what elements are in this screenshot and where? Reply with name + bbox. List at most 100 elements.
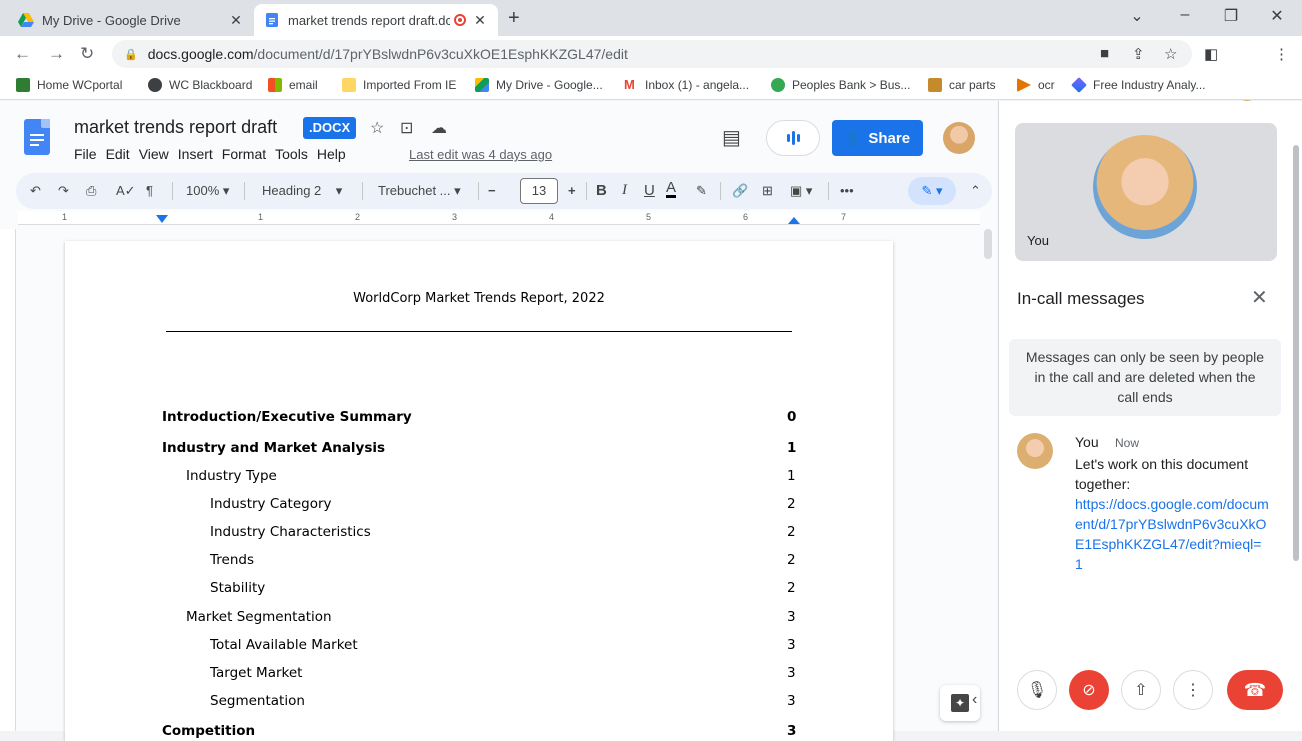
toc-entry[interactable]: Industry Characteristics [210, 524, 371, 540]
toc-entry[interactable]: Target Market [210, 665, 302, 681]
account-avatar[interactable] [943, 122, 975, 154]
left-indent-marker[interactable] [156, 215, 168, 223]
toc-page-number: 2 [787, 552, 796, 568]
microphone-button[interactable]: 🎙 [1017, 670, 1057, 710]
close-icon[interactable]: ✕ [472, 12, 488, 29]
toc-entry[interactable]: Stability [210, 580, 265, 596]
camera-off-icon: ⊘ [1082, 682, 1096, 699]
style-select[interactable]: Heading 2 ▾ [262, 183, 342, 199]
document-heading: WorldCorp Market Trends Report, 2022 [353, 291, 605, 306]
address-bar[interactable]: 🔒 docs.google.com/document/d/17prYBslwdn… [112, 40, 1192, 68]
menu-help[interactable]: Help [317, 146, 346, 162]
document-scrollbar[interactable] [984, 229, 992, 259]
tab-market-trends-doc[interactable]: market trends report draft.dc ✕ [254, 4, 498, 36]
minimize-button[interactable]: – [1170, 6, 1200, 24]
close-icon[interactable]: ✕ [228, 12, 244, 29]
italic-icon[interactable]: I [622, 182, 627, 199]
bookmark-item[interactable]: Home WCportal [16, 78, 122, 92]
bookmark-item[interactable]: WC Blackboard [148, 78, 252, 92]
print-icon[interactable]: ⎙ [86, 183, 96, 199]
ruler-number: 1 [258, 212, 264, 222]
bookmark-item[interactable]: M Inbox (1) - angela... [624, 78, 749, 92]
docs-home-icon[interactable] [24, 119, 50, 155]
highlight-icon[interactable]: ✎ [696, 183, 707, 199]
side-panel-icon[interactable]: ◧ [1204, 45, 1218, 63]
browser-menu-icon[interactable]: ⋮ [1274, 45, 1289, 63]
bookmark-item[interactable]: car parts [928, 78, 996, 92]
toc-entry[interactable]: Competition [162, 723, 255, 739]
bookmark-item[interactable]: My Drive - Google... [475, 78, 603, 92]
tab-google-drive[interactable]: My Drive - Google Drive ✕ [8, 4, 254, 36]
close-icon[interactable]: ✕ [1251, 285, 1268, 310]
document-title[interactable]: market trends report draft [74, 117, 277, 138]
more-options-button[interactable]: ⋮ [1173, 670, 1213, 710]
more-options-icon[interactable]: ••• [840, 183, 854, 198]
forward-icon[interactable]: → [48, 44, 65, 64]
spellcheck-icon[interactable]: A✓ [116, 183, 136, 199]
panel-scrollbar[interactable] [1293, 145, 1299, 561]
toc-entry[interactable]: Total Available Market [210, 637, 358, 653]
text-color-icon[interactable]: A [666, 180, 677, 198]
bookmark-star-icon[interactable]: ☆ [1164, 45, 1177, 63]
share-page-icon[interactable]: ⇪ [1132, 45, 1145, 63]
microsoft-icon [268, 78, 282, 92]
menu-tools[interactable]: Tools [275, 146, 308, 162]
bookmark-item[interactable]: Peoples Bank > Bus... [771, 78, 910, 92]
end-call-button[interactable]: ☎ [1227, 670, 1283, 710]
reload-icon[interactable]: ↻ [80, 44, 94, 64]
message-link[interactable]: https://docs.google.com/document/d/17prY… [1075, 494, 1269, 574]
toc-entry[interactable]: Market Segmentation [186, 609, 332, 625]
menu-file[interactable]: File [74, 146, 97, 162]
new-tab-button[interactable]: + [508, 7, 520, 30]
editing-mode-button[interactable]: ✎ ▾ [908, 177, 956, 205]
restore-button[interactable]: ❐ [1216, 6, 1246, 26]
document-page[interactable]: WorldCorp Market Trends Report, 2022 Int… [65, 241, 893, 741]
menu-edit[interactable]: Edit [106, 146, 130, 162]
decrease-font-size-button[interactable]: − [488, 183, 496, 198]
bookmark-item[interactable]: ocr [1017, 78, 1055, 92]
ruler-number: 2 [355, 212, 361, 222]
toc-entry[interactable]: Trends [210, 552, 254, 568]
underline-icon[interactable]: U [644, 182, 655, 199]
font-size-input[interactable]: 13 [520, 178, 558, 204]
tab-search-icon[interactable]: ⌄ [1122, 6, 1152, 26]
camera-off-button[interactable]: ⊘ [1069, 670, 1109, 710]
last-edit-link[interactable]: Last edit was 4 days ago [409, 147, 552, 162]
meet-call-button[interactable] [766, 120, 820, 156]
menu-insert[interactable]: Insert [178, 146, 213, 162]
menu-view[interactable]: View [139, 146, 169, 162]
star-icon[interactable]: ☆ [370, 118, 384, 138]
right-indent-marker[interactable] [788, 217, 800, 224]
toc-entry[interactable]: Industry and Market Analysis [162, 440, 385, 456]
menu-format[interactable]: Format [222, 146, 266, 162]
bold-icon[interactable]: B [596, 182, 607, 199]
bookmark-item[interactable]: Imported From IE [342, 78, 456, 92]
toc-entry[interactable]: Industry Category [210, 496, 332, 512]
insert-image-icon[interactable]: ▣ ▾ [790, 183, 812, 199]
horizontal-ruler[interactable]: 1 1 2 3 4 5 6 7 [18, 211, 980, 225]
paint-format-icon[interactable]: ¶ [146, 183, 153, 198]
present-button[interactable]: ⇧ [1121, 670, 1161, 710]
add-comment-icon[interactable]: ⊞ [762, 183, 773, 199]
close-window-button[interactable]: ✕ [1262, 6, 1292, 26]
redo-icon[interactable]: ↷ [58, 183, 69, 199]
toc-entry[interactable]: Industry Type [186, 468, 277, 484]
undo-icon[interactable]: ↶ [30, 183, 41, 199]
camera-icon[interactable]: ■ [1100, 45, 1109, 62]
chevron-left-icon[interactable]: ‹ [972, 691, 977, 709]
hide-menus-icon[interactable]: ⌃ [970, 183, 981, 199]
zoom-select[interactable]: 100% ▾ [186, 183, 229, 199]
comment-history-icon[interactable]: ▤ [722, 125, 741, 150]
font-select[interactable]: Trebuchet ... ▾ [378, 183, 461, 199]
recording-icon [454, 14, 466, 26]
bookmark-item[interactable]: email [268, 78, 318, 92]
move-folder-icon[interactable]: ⊡ [400, 118, 413, 138]
bookmark-item[interactable]: Free Industry Analy... [1071, 77, 1206, 93]
increase-font-size-button[interactable]: + [568, 183, 576, 198]
link-icon[interactable]: 🔗 [732, 183, 748, 199]
share-button[interactable]: 👤 Share [832, 120, 923, 156]
toc-entry[interactable]: Segmentation [210, 693, 305, 709]
back-icon[interactable]: ← [14, 44, 31, 64]
toc-entry[interactable]: Introduction/Executive Summary [162, 409, 412, 425]
cloud-status-icon[interactable]: ☁ [431, 118, 447, 138]
